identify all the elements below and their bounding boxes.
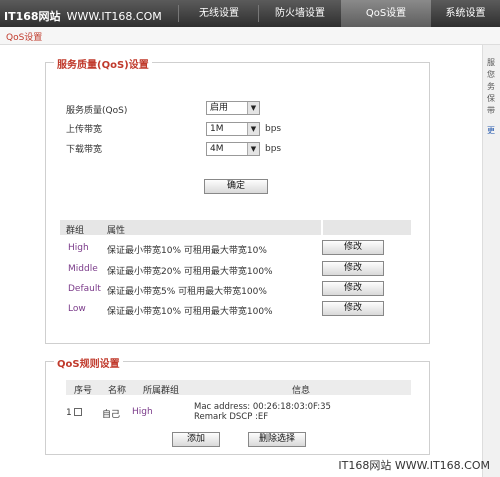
upload-unit: bps [265, 124, 282, 134]
rule-group-link[interactable]: High [132, 407, 153, 417]
header-name: 名称 [108, 386, 127, 396]
rule-info-mac: Mac address: 00:26:18:03:0F:35 [194, 402, 331, 412]
sub-nav-bar: QoS设置 [0, 27, 500, 45]
row-property: 保证最小带宽5% 可租用最大带宽100% [107, 287, 267, 297]
edit-button-low[interactable]: 修改 [322, 301, 384, 316]
header-group: 所属群组 [143, 386, 180, 396]
row-group-name: Low [68, 304, 86, 314]
tab-system-settings[interactable]: 系统设置 [431, 0, 500, 27]
upload-select-value: 1M [210, 124, 224, 134]
upload-bandwidth-select[interactable]: 1M ▼ [206, 122, 260, 136]
help-pane: 服 您 务 保 带 更 [482, 45, 500, 477]
chevron-down-icon: ▼ [247, 143, 259, 155]
chevron-down-icon: ▼ [247, 123, 259, 135]
edit-button-default[interactable]: 修改 [322, 281, 384, 296]
help-line: 带 [487, 106, 495, 115]
download-bandwidth-select[interactable]: 4M ▼ [206, 142, 260, 156]
watermark-brand: IT168网站 [4, 10, 61, 23]
chevron-down-icon: ▼ [247, 102, 259, 114]
qos-settings-panel: 服务质量(QoS)设置 服务质量(QoS) 启用 ▼ 上传带宽 1M ▼ bps… [45, 56, 430, 344]
help-line: 您 [487, 70, 495, 79]
watermark-top: IT168网站 WWW.IT168.COM [4, 8, 162, 24]
groups-table-header-action [323, 220, 411, 235]
subnav-qos-settings[interactable]: QoS设置 [6, 30, 42, 43]
row-group-name: Middle [68, 264, 98, 274]
rule-index: 1 [66, 408, 72, 418]
header-group: 群组 [66, 226, 85, 236]
groups-table-header [60, 220, 321, 235]
help-line: 保 [487, 94, 495, 103]
qos-rules-panel: QoS规则设置 序号 名称 所属群组 信息 1 自己 High Mac addr… [45, 355, 430, 455]
help-line: 服 [487, 58, 495, 67]
tab-qos-settings[interactable]: QoS设置 [341, 0, 431, 27]
tab-firewall-settings[interactable]: 防火墙设置 [259, 0, 341, 27]
header-info: 信息 [292, 386, 311, 396]
confirm-button[interactable]: 确定 [204, 179, 268, 194]
edit-button-high[interactable]: 修改 [322, 240, 384, 255]
download-select-value: 4M [210, 144, 224, 154]
tab-wireless-settings[interactable]: 无线设置 [180, 0, 258, 27]
delete-selected-button[interactable]: 删除选择 [248, 432, 306, 447]
qos-panel-legend: 服务质量(QoS)设置 [54, 56, 152, 71]
upload-bandwidth-label: 上传带宽 [66, 125, 103, 135]
nav-separator [178, 5, 179, 22]
qos-label: 服务质量(QoS) [66, 106, 128, 116]
rules-panel-legend: QoS规则设置 [54, 355, 123, 370]
row-group-name: Default [68, 284, 101, 294]
help-line: 务 [487, 82, 495, 91]
row-property: 保证最小带宽20% 可租用最大带宽100% [107, 267, 273, 277]
download-bandwidth-label: 下载带宽 [66, 145, 103, 155]
add-rule-button[interactable]: 添加 [172, 432, 220, 447]
qos-select[interactable]: 启用 ▼ [206, 101, 260, 115]
rule-select-checkbox[interactable] [74, 408, 82, 416]
help-more-link[interactable]: 更 [487, 125, 500, 137]
download-unit: bps [265, 144, 282, 154]
rule-info-dscp: Remark DSCP :EF [194, 412, 269, 422]
header-property: 属性 [107, 226, 126, 236]
edit-button-middle[interactable]: 修改 [322, 261, 384, 276]
row-property: 保证最小带宽10% 可租用最大带宽100% [107, 307, 273, 317]
header-index: 序号 [74, 386, 93, 396]
rule-name: 自己 [102, 410, 121, 420]
qos-select-value: 启用 [210, 103, 229, 113]
row-group-name: High [68, 243, 89, 253]
watermark-site: WWW.IT168.COM [66, 10, 162, 23]
watermark-bottom: IT168网站 WWW.IT168.COM [338, 459, 490, 472]
row-property: 保证最小带宽10% 可租用最大带宽10% [107, 246, 267, 256]
top-nav-bar: IT168网站 WWW.IT168.COM 无线设置 防火墙设置 QoS设置 系统… [0, 0, 500, 27]
